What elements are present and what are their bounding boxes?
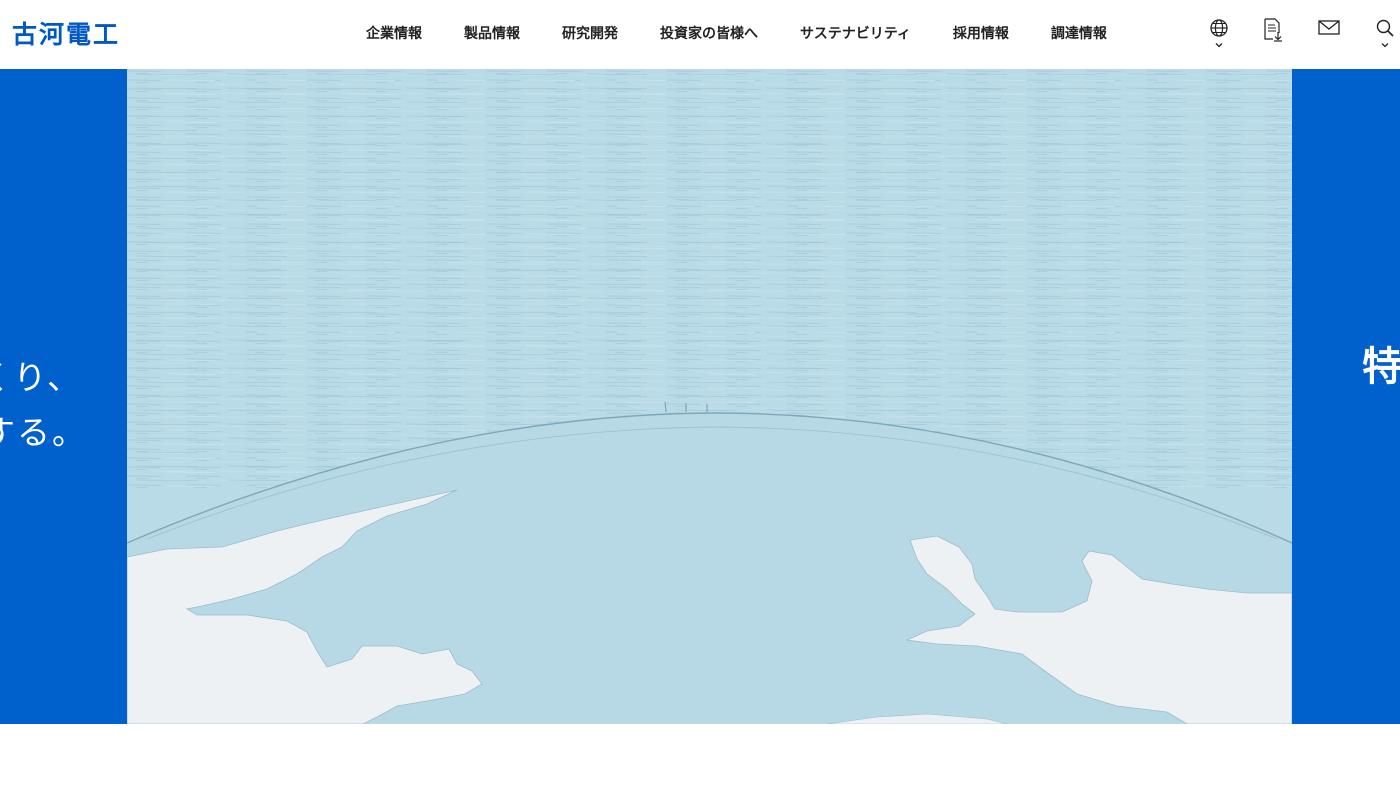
- chevron-down-icon: [1215, 43, 1223, 48]
- nav-item-procurement[interactable]: 調達情報: [1030, 23, 1128, 43]
- search-button[interactable]: [1370, 18, 1400, 58]
- hero-slide-previous[interactable]: つくり、 する。: [0, 69, 127, 724]
- logo: 古河電工: [12, 20, 121, 49]
- nav-item-sustainability[interactable]: サステナビリティ: [779, 23, 932, 43]
- nav-item-company[interactable]: 企業情報: [345, 23, 443, 43]
- hero-slide-next[interactable]: 特: [1292, 69, 1400, 724]
- hero-carousel: つくり、 する。: [0, 69, 1400, 724]
- contact-button[interactable]: [1314, 18, 1344, 58]
- chevron-down-icon: [1381, 43, 1389, 48]
- hero-next-copy: 特: [1362, 344, 1400, 390]
- hero-copy-line: する。: [0, 413, 87, 452]
- hero-copy-line: つくり、: [0, 358, 82, 397]
- logo-link[interactable]: 古河電工: [12, 18, 121, 49]
- nav-item-products[interactable]: 製品情報: [443, 23, 541, 43]
- language-button[interactable]: [1204, 18, 1234, 58]
- hero-illustration: [127, 69, 1292, 724]
- nav-item-investors[interactable]: 投資家の皆様へ: [639, 23, 779, 43]
- document-download-button[interactable]: [1258, 18, 1288, 58]
- nav-item-research[interactable]: 研究開発: [541, 23, 639, 43]
- nav-item-careers[interactable]: 採用情報: [932, 23, 1030, 43]
- site-header: 古河電工 企業情報 製品情報 研究開発 投資家の皆様へ サステナビリティ 採用情…: [0, 0, 1400, 69]
- globe-icon: [1210, 19, 1228, 37]
- earth-illustration: [127, 69, 1292, 724]
- search-icon: [1376, 19, 1394, 37]
- document-download-icon: [1264, 18, 1282, 42]
- global-nav: 企業情報 製品情報 研究開発 投資家の皆様へ サステナビリティ 採用情報 調達情…: [345, 0, 1128, 66]
- mail-icon: [1318, 20, 1340, 35]
- header-tools: [1195, 0, 1400, 66]
